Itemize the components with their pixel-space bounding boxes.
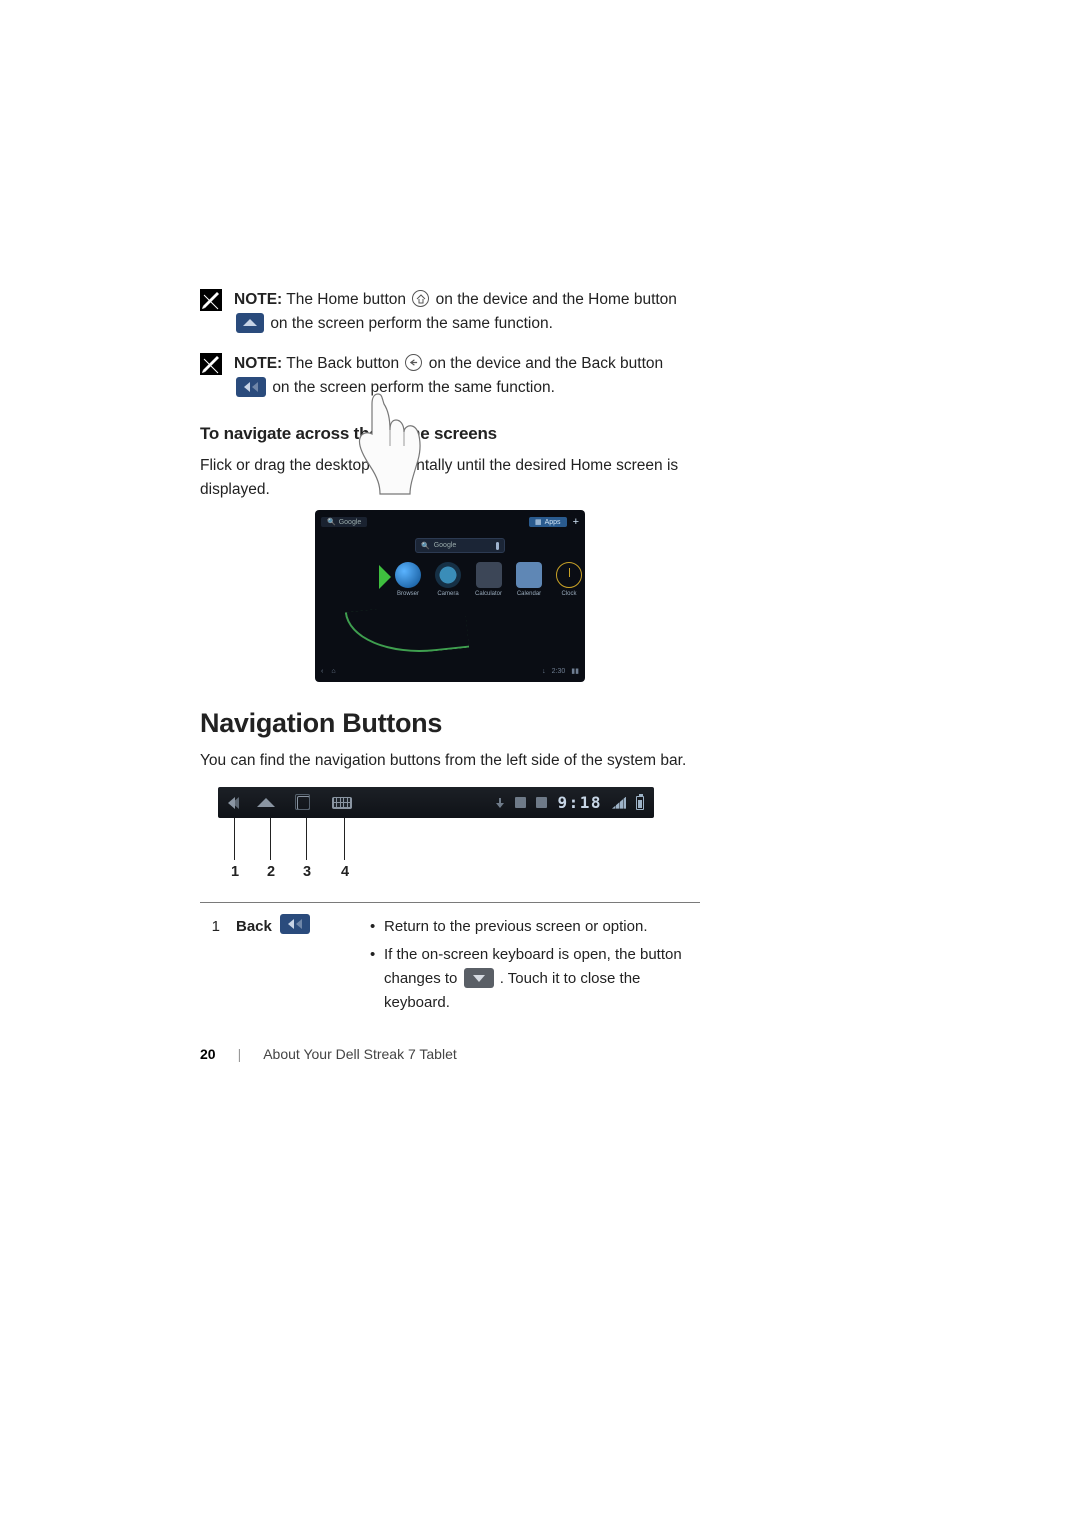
page-number: 20 — [200, 1046, 216, 1062]
heading-navigation-buttons: Navigation Buttons — [200, 708, 700, 739]
swipe-trail — [345, 600, 469, 660]
sysbar-home-icon: ⌂ — [331, 668, 335, 675]
tablet-add-icon: + — [573, 517, 579, 528]
body-navigation-buttons: You can find the navigation buttons from… — [200, 749, 700, 773]
system-bar-illustration: 9:18 — [218, 787, 654, 818]
page-footer: 20 | About Your Dell Streak 7 Tablet — [200, 1046, 457, 1062]
close-keyboard-icon — [464, 968, 494, 988]
row-index: 1 — [200, 915, 220, 1019]
back-onscreen-icon — [236, 377, 266, 397]
home-hardware-icon — [412, 290, 429, 307]
note-back: NOTE: The Back button on the device and … — [200, 352, 700, 400]
sysbar-back-icon: ‹ — [321, 668, 323, 675]
calendar-icon — [516, 562, 542, 588]
table-divider — [200, 902, 700, 903]
note-icon — [200, 353, 222, 375]
tablet-search-pill: 🔍 Google — [321, 517, 367, 527]
footer-section-title: About Your Dell Streak 7 Tablet — [263, 1046, 457, 1062]
tablet-search-widget: 🔍 Google — [415, 538, 505, 553]
row-label: Back — [236, 915, 346, 1019]
note-back-text: NOTE: The Back button on the device and … — [234, 352, 700, 400]
back-hardware-icon — [405, 354, 422, 371]
page-content: NOTE: The Home button on the device and … — [200, 288, 700, 1019]
tablet-apps-pill: ▦ Apps — [529, 517, 567, 527]
list-item: Return to the previous screen or option. — [374, 915, 700, 939]
sysbar-keyboard-icon — [332, 797, 352, 809]
sysbar-recent-icon — [297, 796, 310, 810]
clock-icon — [556, 562, 582, 588]
camera-icon — [435, 562, 461, 588]
tablet-app-row: Browser Camera Calculator Calendar Clock — [381, 562, 571, 604]
figure-swipe-home: 🔍 Google ▦ Apps + 🔍 Google Browser Camer… — [315, 510, 585, 682]
calculator-icon — [476, 562, 502, 588]
browser-icon — [395, 562, 421, 588]
body-navigate-home: Flick or drag the desktop horizontally u… — [200, 454, 700, 502]
note-home: NOTE: The Home button on the device and … — [200, 288, 700, 336]
home-onscreen-icon — [236, 313, 264, 333]
footer-divider: | — [238, 1046, 242, 1062]
nav-button-table: 1 Back Return to the previous screen or … — [200, 915, 700, 1019]
note-icon — [200, 289, 222, 311]
tablet-illustration: 🔍 Google ▦ Apps + 🔍 Google Browser Camer… — [315, 510, 585, 682]
status-icon — [536, 797, 547, 808]
callout-lines: 1 2 3 4 — [218, 818, 654, 884]
sysbar-home-icon — [257, 798, 275, 807]
mic-icon — [496, 542, 499, 550]
sysbar-back-icon — [228, 797, 235, 809]
row-description: Return to the previous screen or option.… — [362, 915, 700, 1019]
download-icon — [495, 798, 505, 808]
sysbar-clock: 9:18 — [557, 793, 602, 812]
signal-icon — [612, 797, 626, 809]
status-icon — [515, 797, 526, 808]
heading-navigate-home: To navigate across the Home screens — [200, 424, 700, 444]
figure-system-bar: 9:18 1 2 3 4 — [218, 787, 654, 884]
battery-icon — [636, 796, 644, 810]
back-onscreen-icon — [280, 914, 310, 934]
note-home-text: NOTE: The Home button on the device and … — [234, 288, 700, 336]
list-item: If the on-screen keyboard is open, the b… — [374, 943, 700, 1015]
